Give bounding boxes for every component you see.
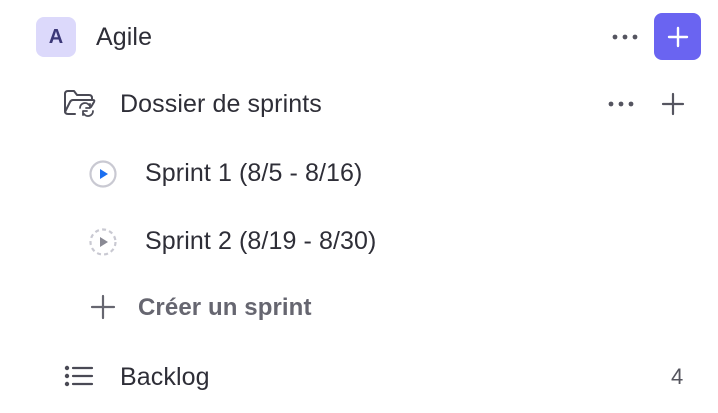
plus-icon (667, 26, 689, 48)
sprint-row[interactable]: Sprint 1 (8/5 - 8/16) (0, 145, 718, 201)
sprint-label: Sprint 1 (8/5 - 8/16) (145, 158, 363, 187)
plus-icon (661, 92, 685, 116)
backlog-row[interactable]: Backlog 4 (0, 349, 718, 405)
backlog-task-count: 4 (671, 364, 684, 389)
space-more-options-button[interactable] (609, 21, 641, 53)
folder-name: Dossier de sprints (120, 89, 322, 118)
list-icon (64, 364, 94, 388)
folder-more-options-button[interactable] (605, 88, 637, 120)
space-row-agile[interactable]: A Agile (0, 9, 718, 65)
sprint-upcoming-icon (88, 227, 118, 257)
space-avatar: A (36, 17, 76, 57)
plus-icon (90, 294, 116, 320)
more-horizontal-icon (612, 34, 638, 40)
sprint-row[interactable]: Sprint 2 (8/19 - 8/30) (0, 213, 718, 269)
sprint-folder-icon (62, 88, 98, 118)
more-horizontal-icon (608, 101, 634, 107)
space-add-button[interactable] (654, 13, 701, 60)
backlog-label: Backlog (120, 362, 210, 391)
sprint-label: Sprint 2 (8/19 - 8/30) (145, 226, 377, 255)
space-name: Agile (96, 22, 153, 51)
folder-add-button[interactable] (657, 88, 689, 120)
folder-row-sprints[interactable]: Dossier de sprints (0, 76, 718, 132)
create-sprint-button[interactable]: Créer un sprint (0, 280, 718, 336)
sprint-active-icon (88, 159, 118, 189)
sidebar-hierarchy-panel: A Agile Dossier de sprints Sprint 1 (8/5… (0, 0, 718, 413)
create-sprint-label: Créer un sprint (138, 294, 312, 321)
